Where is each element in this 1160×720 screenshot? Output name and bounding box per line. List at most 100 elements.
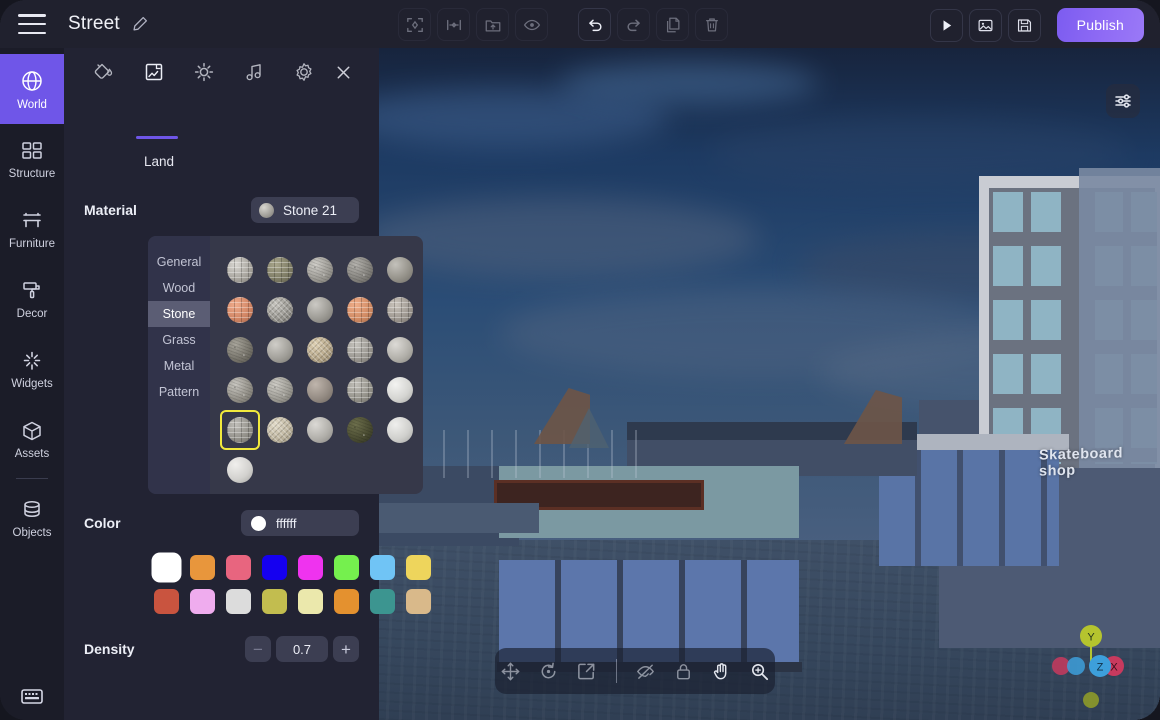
material-swatch[interactable] [300, 290, 340, 330]
tab-paint-bucket[interactable] [88, 56, 120, 88]
sidebar-item-furniture[interactable]: Furniture [0, 194, 64, 264]
color-swatch[interactable] [400, 584, 436, 618]
material-swatch[interactable] [340, 410, 380, 450]
tab-settings[interactable] [288, 56, 320, 88]
corner-mask [1134, 0, 1160, 26]
close-panel-button[interactable] [327, 56, 359, 88]
color-swatch[interactable] [220, 550, 256, 584]
material-swatch[interactable] [300, 410, 340, 450]
color-swatch[interactable] [328, 550, 364, 584]
color-swatch[interactable] [148, 584, 184, 618]
material-swatch[interactable] [260, 330, 300, 370]
material-ball [267, 337, 293, 363]
duplicate-button[interactable] [656, 8, 689, 41]
color-swatch[interactable] [184, 584, 220, 618]
play-button[interactable] [929, 8, 963, 42]
color-swatch[interactable] [292, 584, 328, 618]
axis-gizmo[interactable]: Y Z X [1048, 614, 1134, 710]
material-swatch[interactable] [300, 370, 340, 410]
material-swatch[interactable] [220, 450, 260, 490]
sidebar-item-widgets[interactable]: Widgets [0, 334, 64, 404]
sidebar-item-world[interactable]: World [0, 54, 64, 124]
material-swatch[interactable] [260, 410, 300, 450]
material-category-pattern[interactable]: Pattern [148, 379, 210, 405]
pan-tool-button[interactable] [707, 656, 737, 686]
material-swatch[interactable] [380, 370, 420, 410]
shop-sign-text: Skateboard shop [1039, 445, 1123, 480]
3d-viewport[interactable]: Skateboard shop Y Z X [379, 48, 1160, 720]
viewport-settings-button[interactable] [1106, 84, 1140, 118]
focus-frame-button[interactable] [398, 8, 431, 41]
top-toolbar-right: Publish [929, 8, 1144, 42]
import-folder-button[interactable] [476, 8, 509, 41]
material-swatch[interactable] [340, 370, 380, 410]
color-swatch[interactable] [364, 550, 400, 584]
align-button[interactable] [437, 8, 470, 41]
rotate-tool-button[interactable] [534, 656, 564, 686]
density-decrement-button[interactable]: − [245, 636, 271, 662]
sidebar-item-decor[interactable]: Decor [0, 264, 64, 334]
redo-button[interactable] [617, 8, 650, 41]
material-grid-wrap [210, 236, 423, 494]
screenshot-button[interactable] [968, 8, 1002, 42]
density-value[interactable]: 0.7 [276, 636, 328, 662]
lock-tool-button[interactable] [669, 656, 699, 686]
color-swatch[interactable] [220, 584, 256, 618]
sparkle-icon [23, 351, 41, 370]
cloud [559, 62, 819, 104]
material-swatch[interactable] [260, 290, 300, 330]
tab-audio[interactable] [238, 56, 270, 88]
material-swatch[interactable] [220, 410, 260, 450]
tab-lighting[interactable] [188, 56, 220, 88]
delete-button[interactable] [695, 8, 728, 41]
color-swatch[interactable] [256, 584, 292, 618]
undo-button[interactable] [578, 8, 611, 41]
color-swatch[interactable] [400, 550, 436, 584]
material-category-metal[interactable]: Metal [148, 353, 210, 379]
material-swatch[interactable] [380, 290, 420, 330]
color-swatch[interactable] [364, 584, 400, 618]
material-swatch[interactable] [380, 250, 420, 290]
corner-mask [0, 694, 26, 720]
material-category-general[interactable]: General [148, 249, 210, 275]
color-swatch[interactable] [184, 550, 220, 584]
color-swatch[interactable] [292, 550, 328, 584]
material-swatch[interactable] [220, 250, 260, 290]
tab-land[interactable] [138, 56, 170, 88]
scale-tool-button[interactable] [572, 656, 602, 686]
density-increment-button[interactable]: + [333, 636, 359, 662]
color-swatch[interactable] [328, 584, 364, 618]
publish-button[interactable]: Publish [1056, 8, 1144, 42]
material-swatch[interactable] [340, 330, 380, 370]
color-value-field[interactable]: ffffff [241, 510, 359, 536]
material-swatch[interactable] [340, 250, 380, 290]
visibility-button[interactable] [515, 8, 548, 41]
material-ball [387, 297, 413, 323]
sidebar-item-structure[interactable]: Structure [0, 124, 64, 194]
move-tool-button[interactable] [496, 656, 526, 686]
material-swatch[interactable] [380, 330, 420, 370]
hide-tool-button[interactable] [631, 656, 661, 686]
material-category-grass[interactable]: Grass [148, 327, 210, 353]
material-swatch[interactable] [220, 370, 260, 410]
material-swatch[interactable] [260, 370, 300, 410]
sidebar-item-objects[interactable]: Objects [0, 483, 64, 553]
material-swatch[interactable] [340, 290, 380, 330]
material-swatch[interactable] [220, 330, 260, 370]
material-swatch[interactable] [300, 330, 340, 370]
material-selector[interactable]: Stone 21 [251, 197, 359, 223]
pencil-icon[interactable] [132, 16, 148, 32]
color-swatch[interactable] [256, 550, 292, 584]
material-swatch[interactable] [260, 250, 300, 290]
material-category-stone[interactable]: Stone [148, 301, 210, 327]
material-swatch[interactable] [220, 290, 260, 330]
zoom-tool-button[interactable] [745, 656, 775, 686]
material-swatch[interactable] [300, 250, 340, 290]
material-ball [227, 337, 253, 363]
material-swatch[interactable] [380, 410, 420, 450]
save-button[interactable] [1007, 8, 1041, 42]
color-swatch[interactable] [148, 550, 184, 584]
sidebar-item-assets[interactable]: Assets [0, 404, 64, 474]
sidebar-item-label: Decor [16, 307, 48, 320]
material-category-wood[interactable]: Wood [148, 275, 210, 301]
